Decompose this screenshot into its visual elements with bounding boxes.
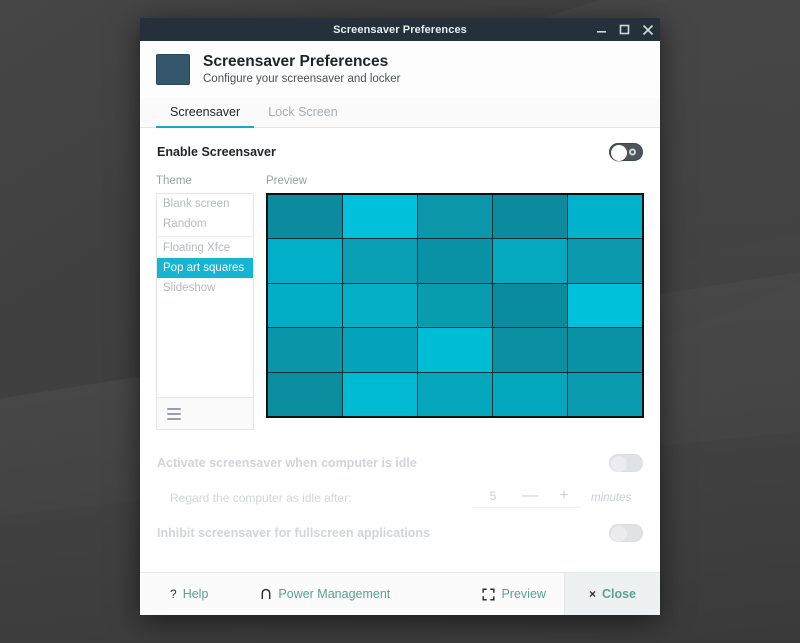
preview-cell-0 [268, 195, 342, 239]
help-button[interactable]: ? Help [156, 573, 222, 615]
activate-when-idle-toggle[interactable] [609, 454, 643, 473]
preview-cell-5 [268, 239, 342, 283]
help-button-label: Help [182, 587, 209, 601]
tab-content-screensaver: Enable Screensaver Theme Blank screen Ra… [140, 128, 660, 572]
preview-cell-14 [568, 283, 642, 328]
close-button[interactable] [641, 23, 654, 36]
preview-cell-17 [418, 328, 492, 372]
inhibit-fullscreen-row: Inhibit screensaver for fullscreen appli… [156, 518, 644, 548]
preview-cell-12 [418, 283, 492, 328]
inhibit-fullscreen-label: Inhibit screensaver for fullscreen appli… [157, 526, 431, 541]
idle-delay-increment-button[interactable]: + [547, 488, 581, 504]
power-management-button[interactable]: Power Management [246, 573, 404, 615]
theme-item-pop-art-squares[interactable]: Pop art squares [157, 258, 253, 279]
theme-item-random[interactable]: Random [157, 214, 253, 234]
fullscreen-icon [482, 587, 496, 601]
preview-button-label: Preview [501, 587, 546, 601]
enable-screensaver-label: Enable Screensaver [157, 145, 276, 160]
toggle-knob [611, 456, 627, 473]
preview-cell-1 [343, 195, 417, 239]
preview-cell-20 [268, 372, 342, 417]
minimize-button[interactable] [595, 23, 608, 36]
theme-list-toolbar [156, 398, 254, 431]
inhibit-fullscreen-toggle[interactable] [609, 524, 643, 543]
desktop-background: Screensaver Preferences Screensaver Pref… [0, 0, 800, 643]
theme-column: Theme Blank screen Random Floating Xfce … [156, 175, 254, 431]
screensaver-preview[interactable] [266, 193, 644, 419]
preview-cell-7 [418, 239, 492, 283]
preview-cell-18 [493, 328, 567, 372]
window-controls [595, 18, 654, 41]
tab-lock-screen[interactable]: Lock Screen [254, 98, 351, 128]
tab-bar: Screensaver Lock Screen [140, 98, 660, 129]
power-plug-icon [260, 588, 272, 600]
idle-delay-unit: minutes [591, 492, 632, 505]
dialog-footer: ? Help Power Management Preview × Close [140, 572, 660, 615]
app-header: Screensaver Preferences Configure your s… [140, 41, 660, 99]
preview-cell-13 [493, 283, 567, 328]
preview-cell-23 [493, 372, 567, 417]
preview-cell-22 [418, 372, 492, 417]
activate-when-idle-row: Activate screensaver when computer is id… [156, 448, 644, 478]
idle-delay-label: Regard the computer as idle after: [170, 491, 352, 506]
preview-cell-4 [568, 195, 642, 239]
page-title: Screensaver Preferences [203, 53, 389, 70]
preview-cell-9 [568, 239, 642, 283]
preview-cell-6 [343, 239, 417, 283]
preview-cell-10 [268, 283, 342, 328]
close-dialog-button-label: Close [601, 587, 636, 601]
maximize-button[interactable] [618, 23, 631, 36]
close-x-icon: × [588, 587, 596, 601]
activate-when-idle-label: Activate screensaver when computer is id… [157, 456, 417, 471]
toggle-knob [611, 145, 627, 162]
enable-screensaver-toggle[interactable] [609, 143, 643, 162]
footer-spacer [404, 573, 468, 615]
page-subtitle: Configure your screensaver and locker [203, 72, 401, 85]
toggle-off-mark-icon [629, 148, 636, 156]
close-dialog-button[interactable]: × Close [563, 573, 660, 615]
enable-screensaver-row: Enable Screensaver [156, 128, 644, 175]
idle-delay-row: Regard the computer as idle after: 5 — +… [156, 478, 644, 518]
preview-cell-16 [343, 328, 417, 372]
tab-screensaver[interactable]: Screensaver [156, 98, 255, 129]
preview-cell-15 [268, 328, 342, 372]
preview-caption: Preview [266, 175, 307, 188]
preview-cell-19 [568, 328, 642, 372]
question-mark-icon: ? [170, 587, 177, 601]
hamburger-menu-icon[interactable] [167, 407, 181, 420]
toggle-knob [611, 526, 627, 543]
window-title: Screensaver Preferences [333, 23, 467, 36]
window-titlebar[interactable]: Screensaver Preferences [140, 18, 660, 41]
theme-item-floating-xfce[interactable]: Floating Xfce [157, 236, 253, 258]
preview-button[interactable]: Preview [468, 573, 563, 615]
idle-delay-stepper[interactable]: 5 — + [473, 488, 581, 509]
preview-cell-11 [343, 283, 417, 328]
idle-delay-value[interactable]: 5 [473, 489, 513, 503]
preview-cell-21 [343, 372, 417, 417]
preview-column: Preview [266, 175, 644, 430]
screensaver-icon [156, 54, 190, 86]
preview-cell-24 [568, 372, 642, 417]
screensaver-preferences-window: Screensaver Preferences Screensaver Pref… [140, 18, 660, 615]
theme-list[interactable]: Blank screen Random Floating Xfce Pop ar… [156, 193, 254, 399]
theme-caption: Theme [156, 175, 192, 188]
app-header-text: Screensaver Preferences Configure your s… [203, 53, 401, 86]
idle-delay-decrement-button[interactable]: — [513, 488, 547, 504]
idle-settings-area: Activate screensaver when computer is id… [156, 430, 644, 548]
preview-cell-8 [493, 239, 567, 283]
power-management-button-label: Power Management [278, 587, 391, 601]
preview-cell-2 [418, 195, 492, 239]
preview-cell-3 [493, 195, 567, 239]
theme-item-blank-screen[interactable]: Blank screen [157, 194, 253, 214]
theme-and-preview-area: Theme Blank screen Random Floating Xfce … [156, 175, 644, 431]
theme-item-slideshow[interactable]: Slideshow [157, 278, 253, 298]
